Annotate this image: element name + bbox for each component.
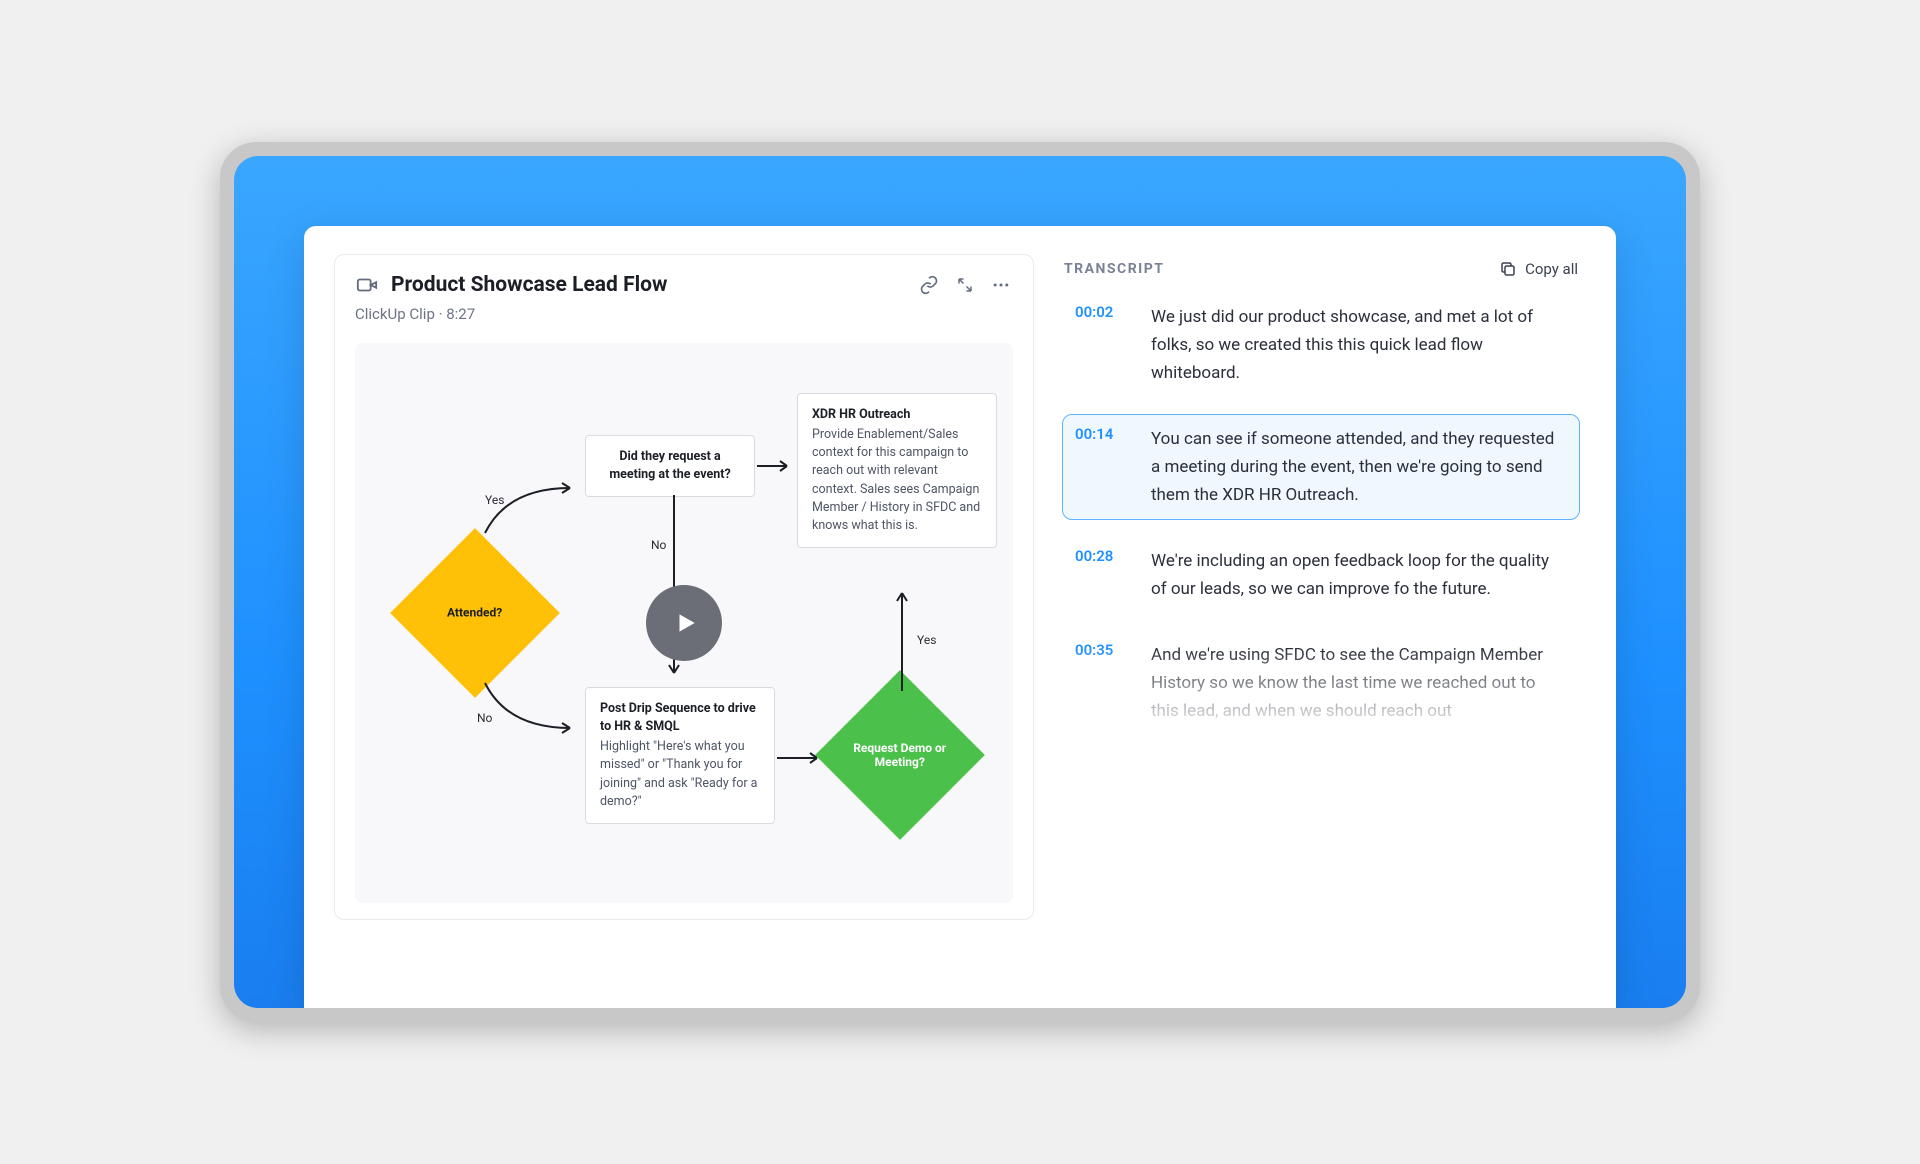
arrow-attended-no [475,673,585,743]
video-icon [355,273,379,297]
flow-node-xdr: XDR HR Outreach Provide Enablement/Sales… [797,393,997,548]
flow-node-demo: Request Demo or Meeting? [815,670,985,840]
edge-label-request-no: No [651,538,666,552]
play-button[interactable] [646,585,722,661]
flow-node-xdr-title: XDR HR Outreach [812,406,982,424]
transcript-text: We just did our product showcase, and me… [1151,303,1567,387]
flow-node-drip-title: Post Drip Sequence to drive to HR & SMQL [600,700,760,736]
transcript-text: We're including an open feedback loop fo… [1151,547,1567,603]
transcript-heading: TRANSCRIPT [1064,261,1164,277]
flow-node-request-meeting-title: Did they request a meeting at the event? [609,449,730,482]
device-frame: Product Showcase Lead Flow [220,142,1700,1022]
arrow-demo-yes [895,581,909,691]
transcript-item[interactable]: 00:28 We're including an open feedback l… [1062,536,1580,614]
copy-icon [1499,260,1517,278]
link-icon[interactable] [917,273,941,297]
transcript-time[interactable]: 00:28 [1075,547,1131,603]
transcript-list: 00:02 We just did our product showcase, … [1062,292,1580,737]
transcript-time[interactable]: 00:35 [1075,641,1131,725]
transcript-text: You can see if someone attended, and the… [1151,425,1567,509]
arrow-to-xdr [757,459,797,473]
flow-node-xdr-desc: Provide Enablement/Sales context for thi… [812,427,980,533]
flow-node-drip: Post Drip Sequence to drive to HR & SMQL… [585,687,775,824]
transcript-header: TRANSCRIPT Copy all [1062,254,1580,292]
clip-subtitle: ClickUp Clip · 8:27 [355,305,1013,323]
copy-all-button[interactable]: Copy all [1499,260,1578,278]
play-icon [673,608,699,638]
arrow-attended-yes [475,473,585,543]
copy-all-label: Copy all [1525,260,1578,278]
transcript-text: And we're using SFDC to see the Campaign… [1151,641,1567,725]
clip-card: Product Showcase Lead Flow [334,254,1034,920]
expand-icon[interactable] [953,273,977,297]
transcript-item[interactable]: 00:14 You can see if someone attended, a… [1062,414,1580,520]
clip-title: Product Showcase Lead Flow [391,273,905,297]
app-window: Product Showcase Lead Flow [304,226,1616,1008]
flow-node-drip-desc: Highlight "Here's what you missed" or "T… [600,739,757,808]
flow-node-demo-label: Request Demo or Meeting? [840,741,960,770]
transcript-time[interactable]: 00:02 [1075,303,1131,387]
edge-label-demo-yes: Yes [917,633,936,647]
clip-canvas[interactable]: Attended? Yes No [355,343,1013,903]
transcript-pane: TRANSCRIPT Copy all 00:02 We just did ou… [1062,254,1580,1008]
clip-pane: Product Showcase Lead Flow [334,254,1034,1008]
transcript-item[interactable]: 00:35 And we're using SFDC to see the Ca… [1062,630,1580,736]
flow-node-request-meeting: Did they request a meeting at the event? [585,435,755,497]
more-icon[interactable] [989,273,1013,297]
transcript-time[interactable]: 00:14 [1075,425,1131,509]
clip-header: Product Showcase Lead Flow [355,273,1013,297]
transcript-item[interactable]: 00:02 We just did our product showcase, … [1062,292,1580,398]
flow-node-attended-label: Attended? [439,606,510,620]
device-screen: Product Showcase Lead Flow [234,156,1686,1008]
